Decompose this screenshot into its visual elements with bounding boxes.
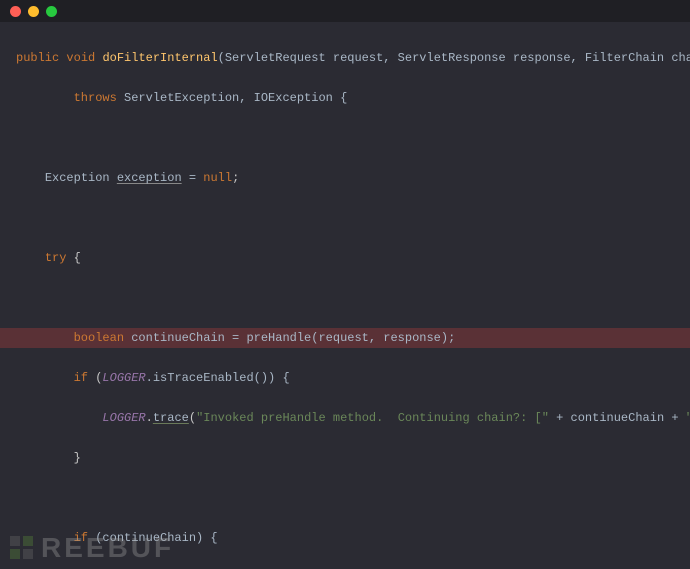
- function-name: doFilterInternal: [102, 51, 217, 65]
- keyword: void: [66, 51, 95, 65]
- keyword: null: [203, 171, 232, 185]
- string: "]": [686, 411, 690, 425]
- code-line: }: [0, 448, 690, 468]
- keyword: boolean: [74, 331, 124, 345]
- punct: {: [66, 251, 80, 265]
- code-line: LOGGER.trace("Invoked preHandle method. …: [0, 408, 690, 428]
- code-line: throws ServletException, IOException {: [0, 88, 690, 108]
- code-text: =: [182, 171, 204, 185]
- code-line: public void doFilterInternal(ServletRequ…: [0, 48, 690, 68]
- maximize-icon[interactable]: [46, 6, 57, 17]
- string: "Invoked preHandle method. Continuing ch…: [196, 411, 549, 425]
- code-editor[interactable]: public void doFilterInternal(ServletRequ…: [0, 22, 690, 569]
- code-line: [0, 488, 690, 508]
- code-text: + continueChain +: [549, 411, 686, 425]
- code-line: [0, 288, 690, 308]
- code-line: if (LOGGER.isTraceEnabled()) {: [0, 368, 690, 388]
- variable: exception: [117, 171, 182, 185]
- punct: ;: [232, 171, 239, 185]
- code-text: .isTraceEnabled()) {: [146, 371, 290, 385]
- close-icon[interactable]: [10, 6, 21, 17]
- code-text: continueChain = preHandle(request, respo…: [124, 331, 455, 345]
- static-var: LOGGER: [102, 411, 145, 425]
- keyword: public: [16, 51, 59, 65]
- method: trace: [153, 411, 189, 425]
- code-line: if (continueChain) {: [0, 528, 690, 548]
- code-text: ServletException, IOException {: [117, 91, 347, 105]
- punct: (: [88, 371, 102, 385]
- code-text: Exception: [45, 171, 117, 185]
- punct: (: [189, 411, 196, 425]
- keyword: throws: [74, 91, 117, 105]
- highlighted-line: boolean continueChain = preHandle(reques…: [0, 328, 690, 348]
- punct: .: [146, 411, 153, 425]
- keyword: try: [45, 251, 67, 265]
- code-line: try {: [0, 248, 690, 268]
- code-text: (continueChain) {: [88, 531, 218, 545]
- code-line: [0, 128, 690, 148]
- minimize-icon[interactable]: [28, 6, 39, 17]
- keyword: if: [74, 371, 88, 385]
- code-line: Exception exception = null;: [0, 168, 690, 188]
- window-titlebar: [0, 0, 690, 22]
- keyword: if: [74, 531, 88, 545]
- code-line: [0, 208, 690, 228]
- punct: }: [74, 451, 81, 465]
- static-var: LOGGER: [102, 371, 145, 385]
- params: (ServletRequest request, ServletResponse…: [218, 51, 690, 65]
